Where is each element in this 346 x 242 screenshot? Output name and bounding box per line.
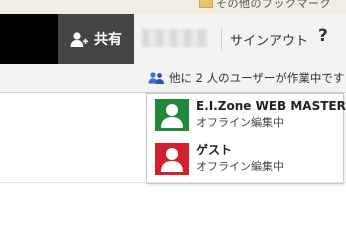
bookmarks-folder-label[interactable]: その他のブックマーク	[216, 0, 331, 11]
share-label: 共有	[94, 32, 122, 48]
help-button[interactable]: ?	[318, 26, 328, 46]
content-divider	[0, 182, 346, 183]
add-person-icon	[70, 31, 88, 47]
bookmarks-bar: その他のブックマーク	[0, 0, 346, 14]
other-editors-toggle[interactable]: 他に 2 人のユーザーが作業中です ▼	[148, 69, 346, 87]
user-name: ゲスト	[196, 143, 233, 158]
people-icon	[148, 72, 164, 84]
editors-dropdown: E.I.Zone WEB MASTER オフライン編集中 ゲスト オフライン編集…	[146, 93, 346, 184]
person-silhouette-icon	[155, 143, 189, 175]
other-editors-label: 他に 2 人のユーザーが作業中です	[169, 71, 345, 85]
sub-toolbar: 他に 2 人のユーザーが作業中です ▼	[0, 64, 346, 93]
user-name: E.I.Zone WEB MASTER	[196, 99, 346, 114]
list-item-user[interactable]: E.I.Zone WEB MASTER オフライン編集中	[155, 98, 346, 132]
user-status: オフライン編集中	[196, 160, 284, 174]
person-silhouette-icon	[155, 99, 189, 131]
share-button[interactable]: 共有	[58, 14, 134, 64]
app-header: 共有 サインアウト ?	[0, 14, 346, 64]
user-status: オフライン編集中	[196, 116, 284, 130]
list-item-user[interactable]: ゲスト オフライン編集中	[155, 142, 341, 176]
account-name-blurred	[142, 29, 208, 47]
header-black-block	[0, 14, 58, 64]
header-divider	[221, 28, 222, 50]
signout-link[interactable]: サインアウト	[230, 30, 308, 49]
folder-icon	[199, 0, 213, 8]
